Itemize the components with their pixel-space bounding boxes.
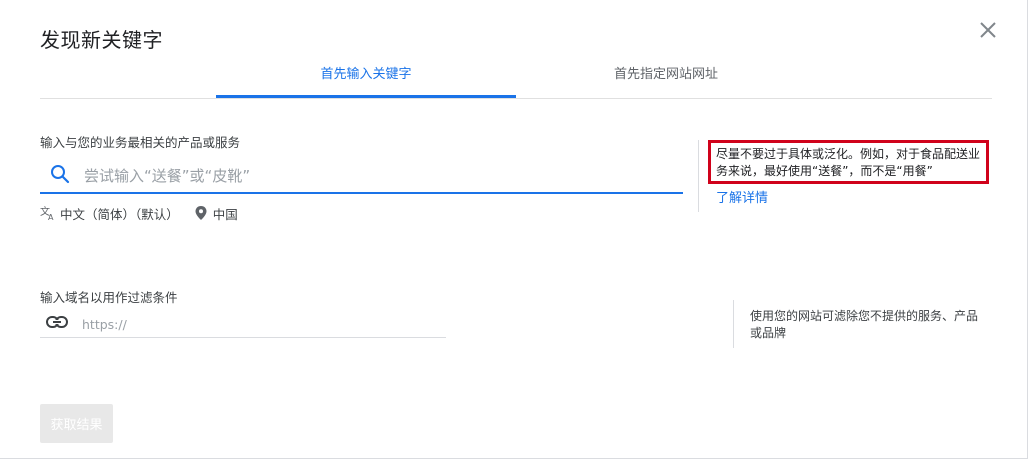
keywords-input[interactable]: [82, 162, 666, 190]
tab-divider: [40, 98, 992, 99]
targeting-row: 文 A 中文（简体）（默认） 中国: [40, 203, 238, 223]
hint-divider-1: [698, 140, 699, 212]
keywords-search-field[interactable]: [40, 158, 683, 194]
domain-hint-text: 使用您的网站可滤除您不提供的服务、产品或品牌: [750, 309, 979, 340]
dialog-title: 发现新关键字: [40, 28, 163, 52]
learn-more-link[interactable]: 了解详情: [716, 187, 768, 206]
language-selector[interactable]: 中文（简体）（默认）: [60, 204, 179, 223]
domain-input[interactable]: [80, 312, 434, 336]
link-icon: [46, 316, 68, 328]
tab-enter-keywords-label: 首先输入关键字: [320, 67, 412, 82]
close-icon: [980, 22, 996, 38]
get-results-label: 获取结果: [50, 418, 103, 433]
hint-divider-2: [733, 300, 734, 348]
keywords-field-label: 输入与您的业务最相关的产品或服务: [40, 135, 241, 150]
domain-filter-field[interactable]: [40, 309, 446, 338]
close-button[interactable]: [977, 19, 999, 41]
tab-enter-website-label: 首先指定网站网址: [613, 67, 718, 82]
domain-field-label: 输入域名以用作过滤条件: [40, 290, 178, 305]
svg-text:A: A: [48, 213, 54, 221]
location-selector[interactable]: 中国: [213, 204, 238, 223]
discover-keywords-dialog: 发现新关键字 首先输入关键字 首先指定网站网址 输入与您的业务最相关的产品或服务…: [0, 0, 1028, 459]
translate-icon: 文 A: [40, 205, 54, 221]
search-icon: [51, 165, 70, 184]
highlight-box: [708, 140, 989, 184]
location-pin-icon: [195, 206, 207, 220]
tab-enter-keywords[interactable]: 首先输入关键字: [216, 66, 516, 98]
get-results-button[interactable]: 获取结果: [40, 404, 113, 443]
tab-enter-website[interactable]: 首先指定网站网址: [516, 66, 816, 98]
